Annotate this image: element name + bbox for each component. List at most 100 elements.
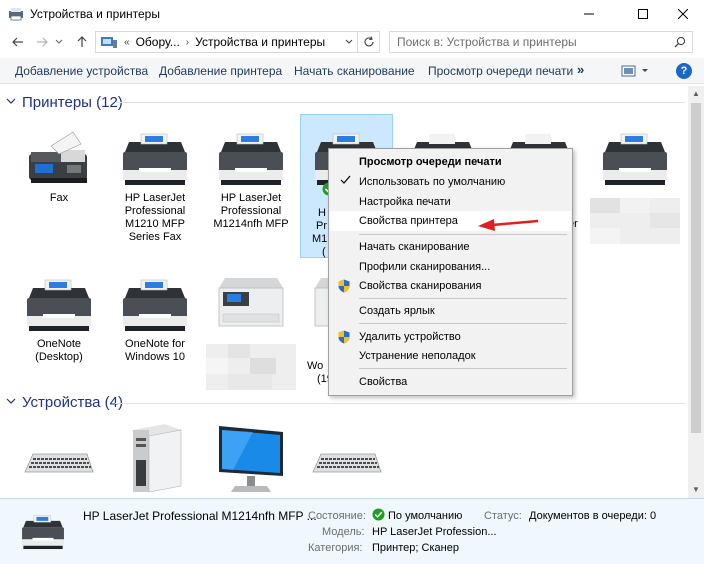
mfp-printer-icon [603,133,667,185]
menu-item-properties[interactable]: Свойства [330,372,571,392]
menu-item-print-settings[interactable]: Настройка печати [330,192,571,212]
group-divider [115,102,685,103]
printers-group-header[interactable]: Принтеры (12) [6,94,123,111]
menu-item-create-shortcut[interactable]: Создать ярлык [330,301,571,321]
device-onenote-win10[interactable]: OneNote for Windows 10 [110,276,200,364]
menu-separator [359,323,567,324]
menu-item-label: Использовать по умолчанию [359,176,506,188]
model-label: Модель: [322,526,365,538]
minimize-icon [584,13,594,15]
close-icon [678,9,688,19]
scrollbar-thumb[interactable] [691,103,701,433]
device-label-partial: Wo [307,360,324,372]
device-label: Fax [49,192,69,204]
recent-locations-button[interactable] [52,33,66,51]
redacted-label [206,344,296,390]
device-onenote-desktop[interactable]: OneNote (Desktop) [14,276,104,364]
menu-item-remove-device[interactable]: Удалить устройство [330,327,571,347]
device-hp-m1214-mfp[interactable]: HP LaserJet Professional M1214nfh MFP [206,130,296,231]
device-laser-printer[interactable] [206,272,296,334]
search-box[interactable] [389,31,693,53]
menu-separator [359,234,567,235]
computer-tower-icon [133,424,182,493]
menu-separator [359,368,567,369]
collapse-chevron-icon[interactable] [6,397,16,408]
menu-item-scan-profiles[interactable]: Профили сканирования... [330,257,571,277]
address-bar[interactable]: « Обору... › Устройства и принтеры [95,31,358,53]
up-arrow-icon [77,36,87,47]
menu-item-label: Свойства принтера [359,215,458,227]
device-label-partial: Pr [316,220,327,232]
menu-item-troubleshoot[interactable]: Устранение неполадок [330,346,571,366]
menu-separator [359,298,567,299]
search-icon[interactable] [674,36,686,48]
command-bar: Добавление устройства Добавление принтер… [0,58,704,84]
breadcrumb-overflow-icon[interactable]: « [124,37,130,48]
help-button[interactable]: ? [676,63,692,79]
menu-item-label: Создать ярлык [359,305,435,317]
forward-arrow-icon [37,37,48,47]
annotation-arrow-icon [478,219,539,231]
device-computer[interactable] [110,422,200,494]
chevron-down-icon [345,39,353,44]
device-label: HP LaserJet Professional M1210 MFP Serie… [124,192,186,243]
menu-item-scan-properties[interactable]: Свойства сканирования [330,276,571,296]
uac-shield-icon [338,330,350,344]
vertical-scrollbar[interactable]: ▲ ▼ [688,86,704,498]
refresh-button[interactable] [358,31,380,53]
breadcrumb-separator-icon[interactable]: › [186,37,189,48]
menu-item-label: Устранение неполадок [359,350,476,362]
change-view-button[interactable] [621,64,651,78]
mfp-printer-icon [219,133,283,185]
device-monitor[interactable] [206,422,296,494]
window-title: Устройства и принтеры [30,7,160,21]
device-printer-7[interactable] [590,130,680,188]
device-keyboard-1[interactable] [14,452,104,478]
breadcrumb-hardware[interactable]: Обору... [136,35,180,49]
group-divider [115,403,685,404]
model-value: HP LaserJet Profession... [372,526,497,538]
details-pane: HP LaserJet Professional M1214nfh MFP ..… [0,498,704,564]
back-arrow-icon [12,37,23,47]
menu-item-print-queue[interactable]: Просмотр очереди печати [330,152,571,172]
more-commands-button[interactable]: » [577,62,584,77]
print-queue-button[interactable]: Просмотр очереди печати [428,64,573,78]
address-dropdown-button[interactable] [340,31,358,53]
add-device-button[interactable]: Добавление устройства [15,64,148,78]
selected-device-name: HP LaserJet Professional M1214nfh MFP ..… [83,509,317,523]
devices-group-header[interactable]: Устройства (4) [6,394,123,411]
minimize-button[interactable] [566,0,612,28]
device-label-partial: ( [322,246,326,258]
back-button[interactable] [8,33,28,51]
devices-printers-icon [9,8,23,21]
status-label: Статус: [484,510,522,522]
default-check-icon [372,508,385,521]
menu-item-label: Свойства [359,376,408,388]
device-fax[interactable]: Fax [14,130,104,205]
title-bar: Устройства и принтеры [0,0,704,28]
add-printer-button[interactable]: Добавление принтера [159,64,282,78]
close-button[interactable] [660,0,704,28]
menu-item-set-default[interactable]: Использовать по умолчанию [330,172,571,192]
printers-group-label: Принтеры (12) [22,94,123,111]
device-label-partial: M1 [312,233,328,245]
forward-button[interactable] [32,33,52,51]
fax-icon [29,131,87,183]
device-keyboard-2[interactable] [302,452,392,478]
redacted-label [590,198,680,244]
start-scan-button[interactable]: Начать сканирование [294,64,415,78]
search-input[interactable] [397,35,667,49]
collapse-chevron-icon[interactable] [6,97,16,108]
checkmark-icon [340,172,351,192]
device-hp-m1210-fax[interactable]: HP LaserJet Professional M1210 MFP Serie… [110,130,200,244]
state-label: Состояние: [308,510,366,522]
scroll-up-icon[interactable]: ▲ [688,86,704,102]
maximize-icon [638,9,648,19]
scroll-down-icon[interactable]: ▼ [688,482,704,498]
menu-item-start-scan[interactable]: Начать сканирование [330,237,571,257]
devices-group-label: Устройства (4) [22,394,123,411]
up-button[interactable] [72,33,92,51]
menu-item-label: Удалить устройство [359,331,461,343]
status-value: Документов в очереди: 0 [529,510,657,522]
breadcrumb-devices-printers[interactable]: Устройства и принтеры [195,35,325,49]
